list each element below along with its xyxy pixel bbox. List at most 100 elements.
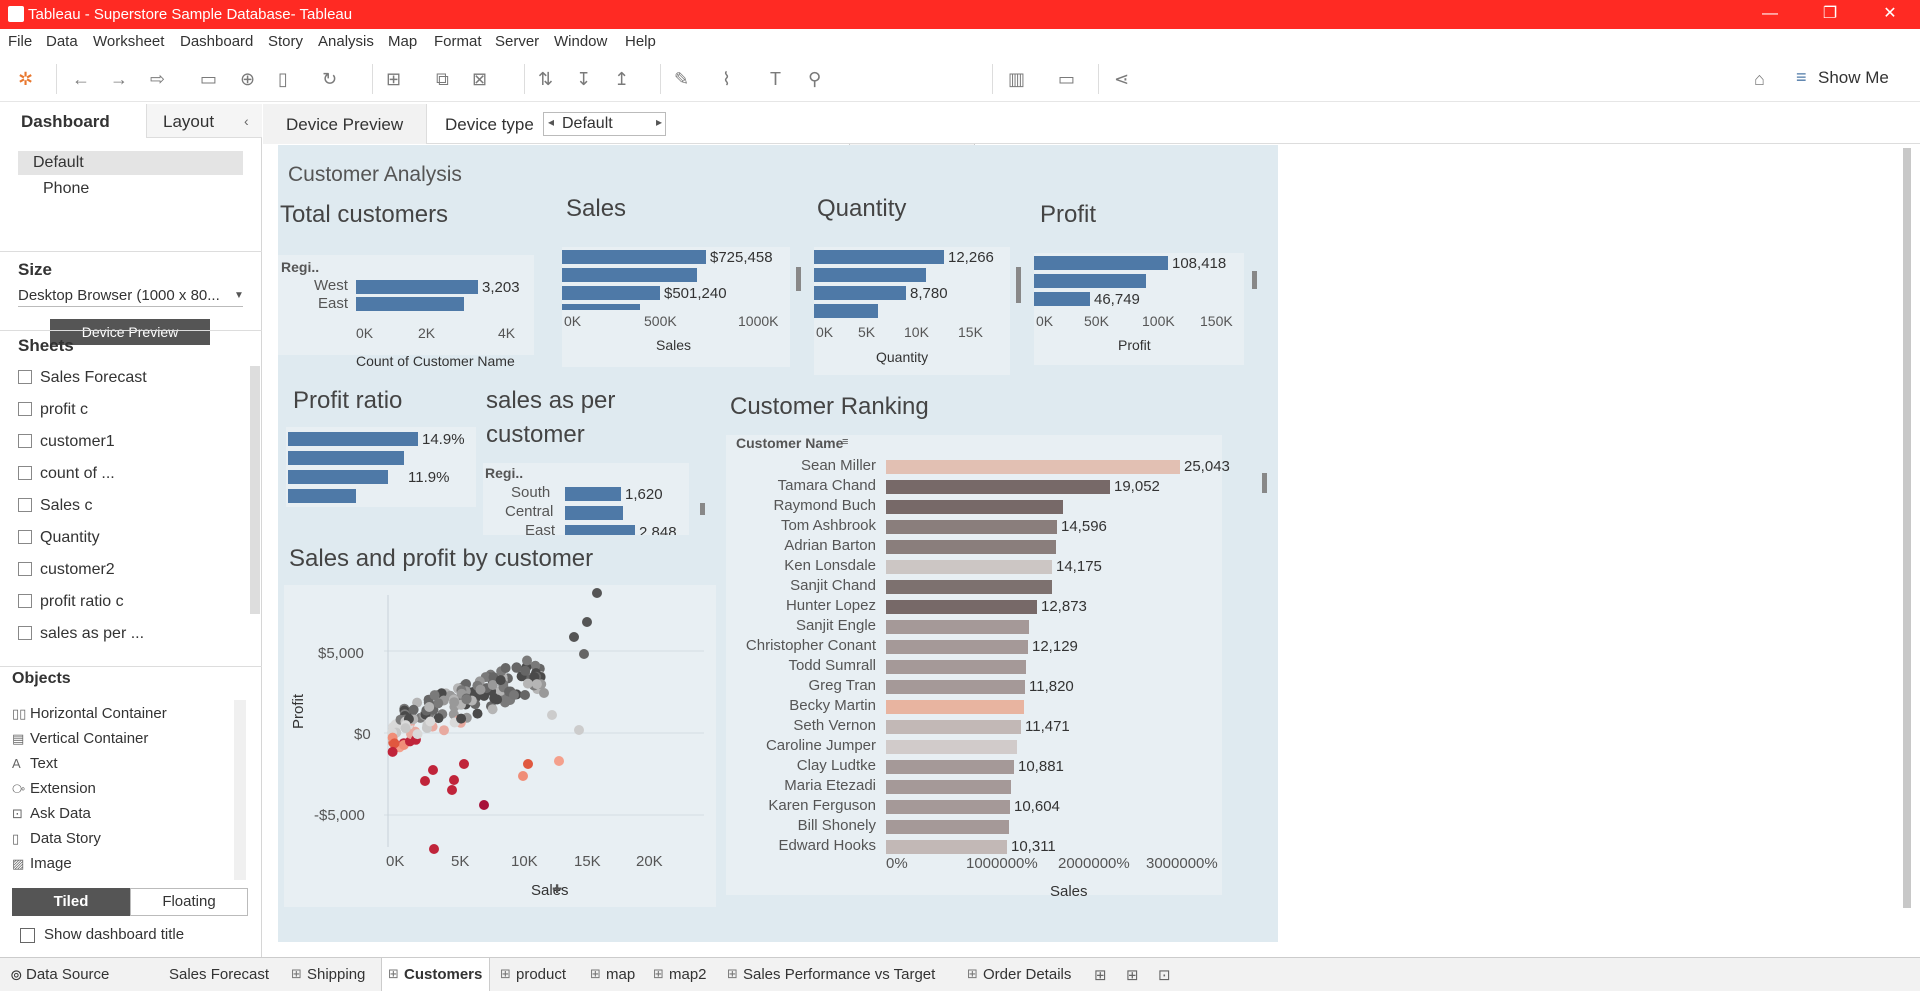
ranking-bar[interactable] — [886, 580, 1052, 594]
menu-map[interactable]: Map — [388, 33, 417, 50]
ranking-bar[interactable] — [886, 760, 1014, 774]
ranking-bar[interactable] — [886, 520, 1057, 534]
bar-east[interactable] — [356, 297, 464, 311]
customer-name[interactable]: Greg Tran — [726, 677, 876, 694]
object-item[interactable]: ▨ Image — [12, 855, 72, 872]
scatter-point[interactable] — [554, 756, 564, 766]
scatter-point[interactable] — [495, 675, 506, 686]
sheet-item[interactable]: Sales c — [18, 497, 92, 519]
scatter-point[interactable] — [531, 679, 542, 690]
tab-product[interactable]: product — [516, 966, 566, 983]
sales-bar-2[interactable] — [562, 268, 697, 282]
ranking-bar[interactable] — [886, 720, 1021, 734]
scatter-point[interactable] — [569, 632, 579, 642]
new-dashboard-tab-icon[interactable]: ⊞ — [1126, 966, 1139, 984]
sheets-scrollbar[interactable] — [250, 366, 260, 614]
scatter-point[interactable] — [400, 723, 411, 734]
scatter-point[interactable] — [518, 771, 528, 781]
profit-ratio-bar-1[interactable] — [288, 432, 418, 446]
scatter-point[interactable] — [424, 702, 435, 712]
ranking-bar[interactable] — [886, 620, 1029, 634]
scatter-point[interactable] — [475, 684, 486, 695]
clear-sheet-icon[interactable]: ⊠ — [472, 70, 487, 88]
customer-name[interactable]: Tom Ashbrook — [726, 517, 876, 534]
sort-descending-icon[interactable]: ↥ — [614, 70, 629, 88]
object-item[interactable]: ▤ Vertical Container — [12, 730, 148, 747]
object-item[interactable]: ▯▯ Horizontal Container — [12, 705, 167, 722]
scatter-point[interactable] — [387, 746, 398, 757]
scatter-point[interactable] — [439, 725, 449, 736]
menu-format[interactable]: Format — [434, 33, 482, 50]
scatter-point[interactable] — [522, 655, 532, 666]
profit-ratio-chart[interactable]: 14.9% 11.9% — [286, 427, 476, 507]
quantity-bar-4[interactable] — [814, 304, 878, 318]
object-item[interactable]: ▯ Data Story — [12, 830, 101, 847]
device-type-select[interactable]: ◂ Default ▸ — [543, 112, 666, 136]
scatter-point[interactable] — [472, 708, 483, 719]
ranking-bar[interactable] — [886, 800, 1010, 814]
scatter-point[interactable] — [449, 775, 459, 785]
ranking-bar[interactable] — [886, 700, 1024, 714]
spc-scrollbar[interactable] — [700, 503, 705, 515]
customer-name[interactable]: Maria Etezadi — [726, 777, 876, 794]
tab-dashboard[interactable]: Dashboard — [0, 104, 146, 138]
tiled-button[interactable]: Tiled — [12, 888, 130, 916]
fix-axes-icon[interactable]: ⚲ — [808, 70, 821, 88]
quantity-chart[interactable]: 12,266 8,780 0K 5K 10K 15K Quantity — [814, 247, 1010, 375]
object-item[interactable]: ⊡ Ask Data — [12, 805, 91, 822]
customer-name[interactable]: Seth Vernon — [726, 717, 876, 734]
customer-name[interactable]: Hunter Lopez — [726, 597, 876, 614]
objects-scrollbar[interactable] — [234, 700, 246, 880]
tab-shipping[interactable]: Shipping — [307, 966, 365, 983]
size-chevron-down-icon[interactable]: ▼ — [234, 290, 244, 301]
scatter-point[interactable] — [420, 776, 430, 786]
ranking-bar[interactable] — [886, 560, 1052, 574]
spc-bar-east[interactable] — [565, 525, 635, 535]
tab-order-details[interactable]: Order Details — [983, 966, 1071, 983]
scatter-point[interactable] — [500, 663, 511, 673]
menu-file[interactable]: File — [8, 33, 32, 50]
tab-sales-forecast[interactable]: Sales Forecast — [169, 966, 269, 983]
customer-name[interactable]: Sanjit Engle — [726, 617, 876, 634]
canvas-scrollbar[interactable] — [1903, 148, 1911, 908]
quantity-scrollbar[interactable] — [1016, 267, 1021, 303]
scatter-point[interactable] — [389, 738, 400, 749]
tab-customers[interactable]: Customers — [404, 966, 482, 983]
scatter-point[interactable] — [449, 697, 460, 708]
customer-name[interactable]: Adrian Barton — [726, 537, 876, 554]
customer-name[interactable]: Clay Ludtke — [726, 757, 876, 774]
scatter-point[interactable] — [487, 704, 498, 715]
highlight-icon[interactable]: ✎ — [674, 70, 689, 88]
ranking-chart[interactable]: Customer Name ≡ Sean Miller 25,043 Tamara … — [726, 435, 1230, 900]
minimize-icon[interactable]: — — [1750, 3, 1790, 25]
customer-name[interactable]: Sean Miller — [726, 457, 876, 474]
presentation-mode-icon[interactable]: ▭ — [1058, 70, 1075, 88]
sort-ascending-icon[interactable]: ↧ — [576, 70, 591, 88]
new-story-tab-icon[interactable]: ⊡ — [1158, 966, 1171, 984]
sheet-item[interactable]: profit c — [18, 401, 88, 423]
sheet-item[interactable]: sales as per ... — [18, 625, 144, 647]
ranking-bar[interactable] — [886, 640, 1028, 654]
scatter-point[interactable] — [447, 785, 457, 795]
collapse-panel-icon[interactable]: ‹ — [244, 113, 249, 129]
profit-scrollbar[interactable] — [1252, 271, 1257, 289]
ranking-bar[interactable] — [886, 500, 1063, 514]
ranking-bar[interactable] — [886, 460, 1180, 474]
scatter-point[interactable] — [511, 662, 522, 673]
ranking-bar[interactable] — [886, 780, 1011, 794]
sales-bar-3[interactable] — [562, 286, 660, 300]
scatter-point[interactable] — [479, 800, 489, 810]
profit-bar-1[interactable] — [1034, 256, 1168, 270]
object-item[interactable]: ⧂ Extension — [12, 780, 96, 797]
customer-name[interactable]: Christopher Conant — [726, 637, 876, 654]
sheet-item[interactable]: Quantity — [18, 529, 100, 551]
format-painter-icon[interactable]: ⌂ — [1754, 70, 1765, 88]
scatter-point[interactable] — [428, 765, 438, 775]
scatter-point[interactable] — [520, 690, 530, 700]
device-phone[interactable]: Phone — [43, 180, 89, 198]
ranking-bar[interactable] — [886, 600, 1037, 614]
next-arrow-icon[interactable]: ▸ — [656, 115, 662, 129]
scatter-point[interactable] — [429, 690, 440, 701]
customer-name[interactable]: Sanjit Chand — [726, 577, 876, 594]
total-customers-chart[interactable]: Regi.. West East 3,203 0K 2K 4K — [278, 255, 534, 355]
